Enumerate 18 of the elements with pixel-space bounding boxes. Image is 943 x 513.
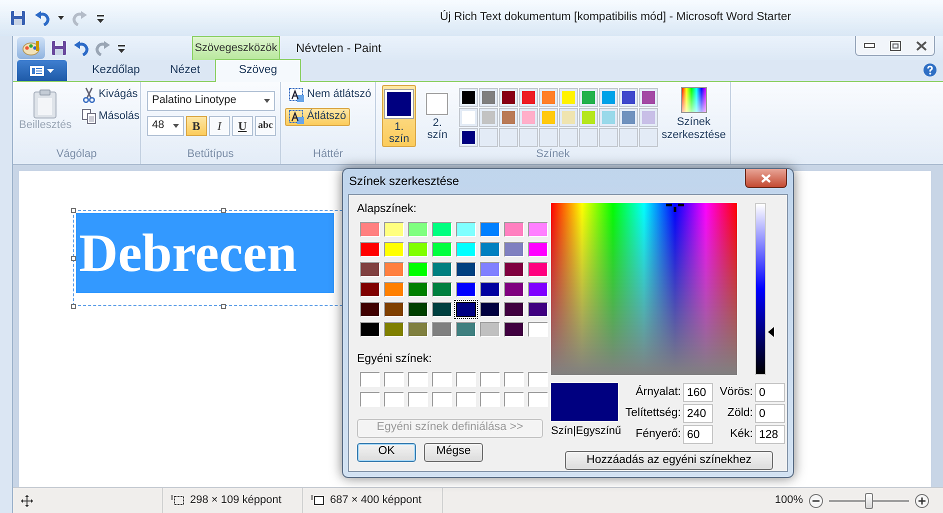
field-label: Fényerő: — [634, 428, 681, 442]
field-label: Kék: — [728, 428, 753, 442]
group-label: Vágólap — [55, 148, 98, 162]
group-label: Betűtípus — [186, 148, 235, 162]
section-label: Egyéni színek: — [357, 352, 433, 367]
window-title: Névtelen - Paint — [296, 40, 382, 56]
zoom-level: 100% — [774, 494, 803, 508]
field-label: Árnyalat: — [634, 386, 681, 400]
group-label: Színek — [535, 148, 571, 162]
canvas-size: 687 × 400 képpont — [330, 494, 422, 508]
preview-label: Szín|Egyszínű — [551, 425, 621, 438]
group-label: Háttér — [312, 148, 344, 162]
field-label: Zöld: — [726, 406, 753, 420]
window-title: Új Rich Text dokumentum [kompatibilis mód] - Microsoft Word Starter — [440, 11, 792, 25]
field-label: Telítettség: — [624, 406, 681, 420]
selection-size: 298 × 109 képpont — [190, 494, 282, 508]
field-label: Vörös: — [718, 386, 753, 400]
dialog-title: Színek szerkesztése — [349, 174, 460, 189]
